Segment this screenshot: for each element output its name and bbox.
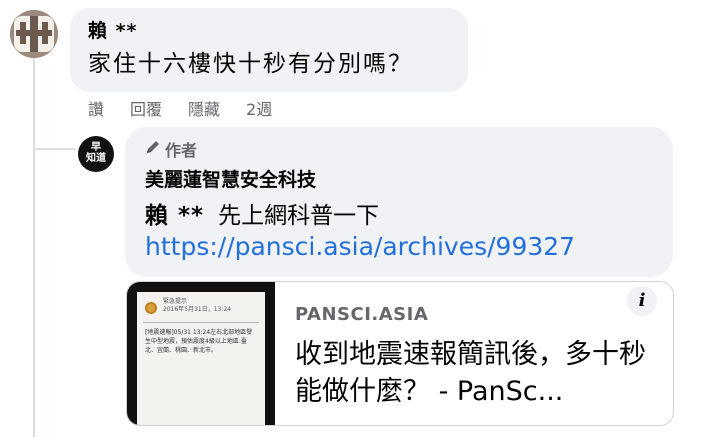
reply-message: 先上網科普一下	[218, 203, 380, 229]
comment-actions: 讚 回覆 隱藏 2週	[88, 96, 272, 120]
sms-message: [地震速報]05/31 13:24左右北部地區發生中型地震，預估震度4級以上地區…	[145, 329, 253, 354]
page-avatar[interactable]: 早 知道	[78, 136, 114, 172]
reply-author-name[interactable]: 美麗蓮智慧安全科技	[145, 165, 316, 192]
sms-header-date: 2016年5月31日，13:24	[163, 306, 232, 313]
sms-divider	[143, 322, 259, 323]
avatar-text-line2: 知道	[86, 153, 106, 164]
thread-connector	[33, 148, 75, 150]
avatar-text-line1: 早	[91, 142, 101, 153]
author-badge: 作者	[145, 137, 197, 161]
hide-link[interactable]: 隱藏	[188, 96, 220, 120]
preview-thumbnail: 緊急提示 2016年5月31日，13:24 [地震速報]05/31 13:24左…	[127, 282, 275, 425]
comment-timestamp[interactable]: 2週	[246, 96, 272, 120]
reply-link-url[interactable]: https://pansci.asia/archives/99327	[145, 232, 575, 261]
sms-screenshot: 緊急提示 2016年5月31日，13:24 [地震速報]05/31 13:24左…	[137, 292, 265, 425]
sms-header-title: 緊急提示	[163, 298, 188, 305]
mention-tag[interactable]: 賴 **	[145, 203, 204, 229]
comment-author-name[interactable]: 賴 **	[88, 16, 138, 43]
reply-link[interactable]: 回覆	[130, 96, 162, 120]
pencil-icon	[145, 139, 161, 159]
like-link[interactable]: 讚	[88, 96, 104, 120]
preview-title[interactable]: 收到地震速報簡訊後，多十秒能做什麼？ - PanSc...	[295, 336, 657, 410]
commenter-avatar[interactable]	[10, 10, 58, 58]
preview-domain: PANSCI.ASIA	[295, 304, 429, 325]
reply-text: 賴 ** 先上網科普一下	[145, 196, 379, 230]
author-badge-label: 作者	[165, 141, 198, 160]
link-preview-card[interactable]: 緊急提示 2016年5月31日，13:24 [地震速報]05/31 13:24左…	[126, 281, 674, 426]
thread-line	[33, 57, 35, 437]
info-icon[interactable]: i	[627, 286, 657, 316]
alert-icon	[145, 302, 157, 314]
comment-text: 家住十六樓快十秒有分別嗎？	[88, 51, 413, 77]
